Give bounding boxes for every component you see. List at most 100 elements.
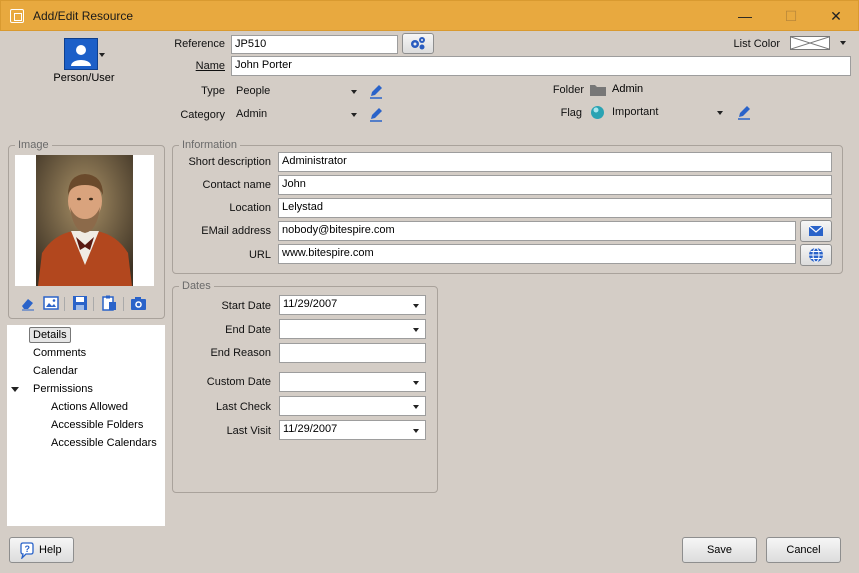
camera-icon[interactable] xyxy=(130,295,146,311)
app-icon xyxy=(10,9,24,23)
list-color-label: List Color xyxy=(733,38,780,50)
chevron-down-icon xyxy=(413,429,419,433)
chevron-down-icon xyxy=(413,381,419,385)
last-visit-value: 11/29/2007 xyxy=(283,423,338,435)
photo-frame[interactable] xyxy=(15,155,154,286)
end-reason-input[interactable] xyxy=(279,343,426,363)
edit-type-pencil-icon[interactable] xyxy=(368,83,384,99)
location-label: Location xyxy=(229,202,271,214)
main-panel: Image Details Comments Calendar Permissi… xyxy=(0,131,859,573)
send-email-button[interactable] xyxy=(800,220,832,242)
image-toolbar xyxy=(19,295,149,313)
email-input[interactable]: nobody@bitespire.com xyxy=(278,221,796,241)
email-label: EMail address xyxy=(201,225,271,237)
paste-icon[interactable] xyxy=(101,295,117,311)
toolbar-separator xyxy=(64,297,65,311)
start-date-picker[interactable]: 11/29/2007 xyxy=(279,295,426,315)
save-icon[interactable] xyxy=(72,295,88,311)
custom-date-picker[interactable] xyxy=(279,372,426,392)
custom-date-label: Custom Date xyxy=(206,376,271,388)
resource-type-label: Person/User xyxy=(53,72,115,84)
toolbar-separator xyxy=(123,297,124,311)
maximize-button[interactable]: ☐ xyxy=(768,1,814,31)
folder-icon xyxy=(590,85,606,96)
edit-flag-pencil-icon[interactable] xyxy=(736,104,752,120)
save-label: Save xyxy=(706,544,733,556)
navigation-tree: Details Comments Calendar Permissions Ac… xyxy=(7,325,165,526)
folder-value[interactable]: Admin xyxy=(612,83,643,95)
chevron-down-icon xyxy=(351,90,357,94)
chevron-down-icon xyxy=(413,304,419,308)
no-color-icon xyxy=(790,36,830,50)
contact-name-input[interactable]: John xyxy=(278,175,832,195)
category-value: Admin xyxy=(236,108,268,120)
end-reason-label: End Reason xyxy=(210,347,271,359)
open-url-button[interactable] xyxy=(800,244,832,266)
header-panel: Person/User Reference JP510 Name John Po… xyxy=(0,31,859,131)
information-legend: Information xyxy=(182,139,238,151)
person-icon xyxy=(71,45,91,66)
tree-item-accessible-folders[interactable]: Accessible Folders xyxy=(51,419,143,431)
list-color-chevron-down-icon[interactable] xyxy=(840,41,846,45)
contact-name-label: Contact name xyxy=(202,179,271,191)
dates-legend: Dates xyxy=(182,280,211,292)
chevron-down-icon xyxy=(717,111,723,115)
last-check-picker[interactable] xyxy=(279,396,426,416)
flag-value: Important xyxy=(612,106,659,118)
category-label: Category xyxy=(180,109,225,121)
generate-reference-button[interactable] xyxy=(402,33,434,54)
folder-label: Folder xyxy=(552,84,584,96)
name-label: Name xyxy=(150,60,225,72)
type-value: People xyxy=(236,85,271,97)
expand-permissions-icon[interactable] xyxy=(11,387,19,392)
flag-bubble-icon xyxy=(591,106,604,119)
end-date-label: End Date xyxy=(225,324,271,336)
last-visit-picker[interactable]: 11/29/2007 xyxy=(279,420,426,440)
edit-category-pencil-icon[interactable] xyxy=(368,106,384,122)
chevron-down-icon xyxy=(413,405,419,409)
help-button[interactable]: ? Help xyxy=(9,537,74,563)
cancel-button[interactable]: Cancel xyxy=(766,537,841,563)
name-input[interactable]: John Porter xyxy=(231,56,851,76)
chevron-down-icon[interactable] xyxy=(99,53,105,57)
last-visit-label: Last Visit xyxy=(226,425,271,437)
close-button[interactable]: ✕ xyxy=(813,1,859,31)
tree-item-actions-allowed[interactable]: Actions Allowed xyxy=(51,401,128,413)
save-button[interactable]: Save xyxy=(682,537,757,563)
last-check-label: Last Check xyxy=(215,401,271,413)
tree-item-comments[interactable]: Comments xyxy=(33,347,86,359)
globe-icon xyxy=(809,247,823,263)
url-input[interactable]: www.bitespire.com xyxy=(278,244,796,264)
eraser-icon[interactable] xyxy=(20,295,36,311)
location-input[interactable]: Lelystad xyxy=(278,198,832,218)
help-label: Help xyxy=(39,544,62,556)
tree-item-permissions[interactable]: Permissions xyxy=(33,383,93,395)
end-date-picker[interactable] xyxy=(279,319,426,339)
svg-text:?: ? xyxy=(25,544,31,554)
resource-type-button[interactable] xyxy=(64,38,98,70)
url-label: URL xyxy=(248,249,271,261)
category-select[interactable]: Admin xyxy=(236,108,360,124)
title-bar: Add/Edit Resource — ☐ ✕ xyxy=(0,0,859,31)
short-description-input[interactable]: Administrator xyxy=(278,152,832,172)
short-description-label: Short description xyxy=(188,156,271,168)
list-color-swatch[interactable] xyxy=(790,36,830,50)
gears-icon xyxy=(411,37,425,50)
toolbar-separator xyxy=(93,297,94,311)
minimize-button[interactable]: — xyxy=(722,1,768,31)
start-date-label: Start Date xyxy=(221,300,271,312)
reference-input[interactable]: JP510 xyxy=(231,35,398,54)
type-label: Type xyxy=(201,85,225,97)
tree-item-calendar[interactable]: Calendar xyxy=(33,365,78,377)
flag-label: Flag xyxy=(560,107,582,119)
window-title: Add/Edit Resource xyxy=(33,9,134,23)
flag-select[interactable]: Important xyxy=(612,106,724,122)
cancel-label: Cancel xyxy=(786,544,821,556)
image-icon[interactable] xyxy=(43,295,59,311)
reference-label: Reference xyxy=(174,38,225,50)
name-label-text: Name xyxy=(195,60,225,72)
type-select[interactable]: People xyxy=(236,85,360,101)
tree-item-accessible-calendars[interactable]: Accessible Calendars xyxy=(51,437,157,449)
help-icon: ? xyxy=(20,542,34,559)
tree-item-details[interactable]: Details xyxy=(29,327,71,343)
